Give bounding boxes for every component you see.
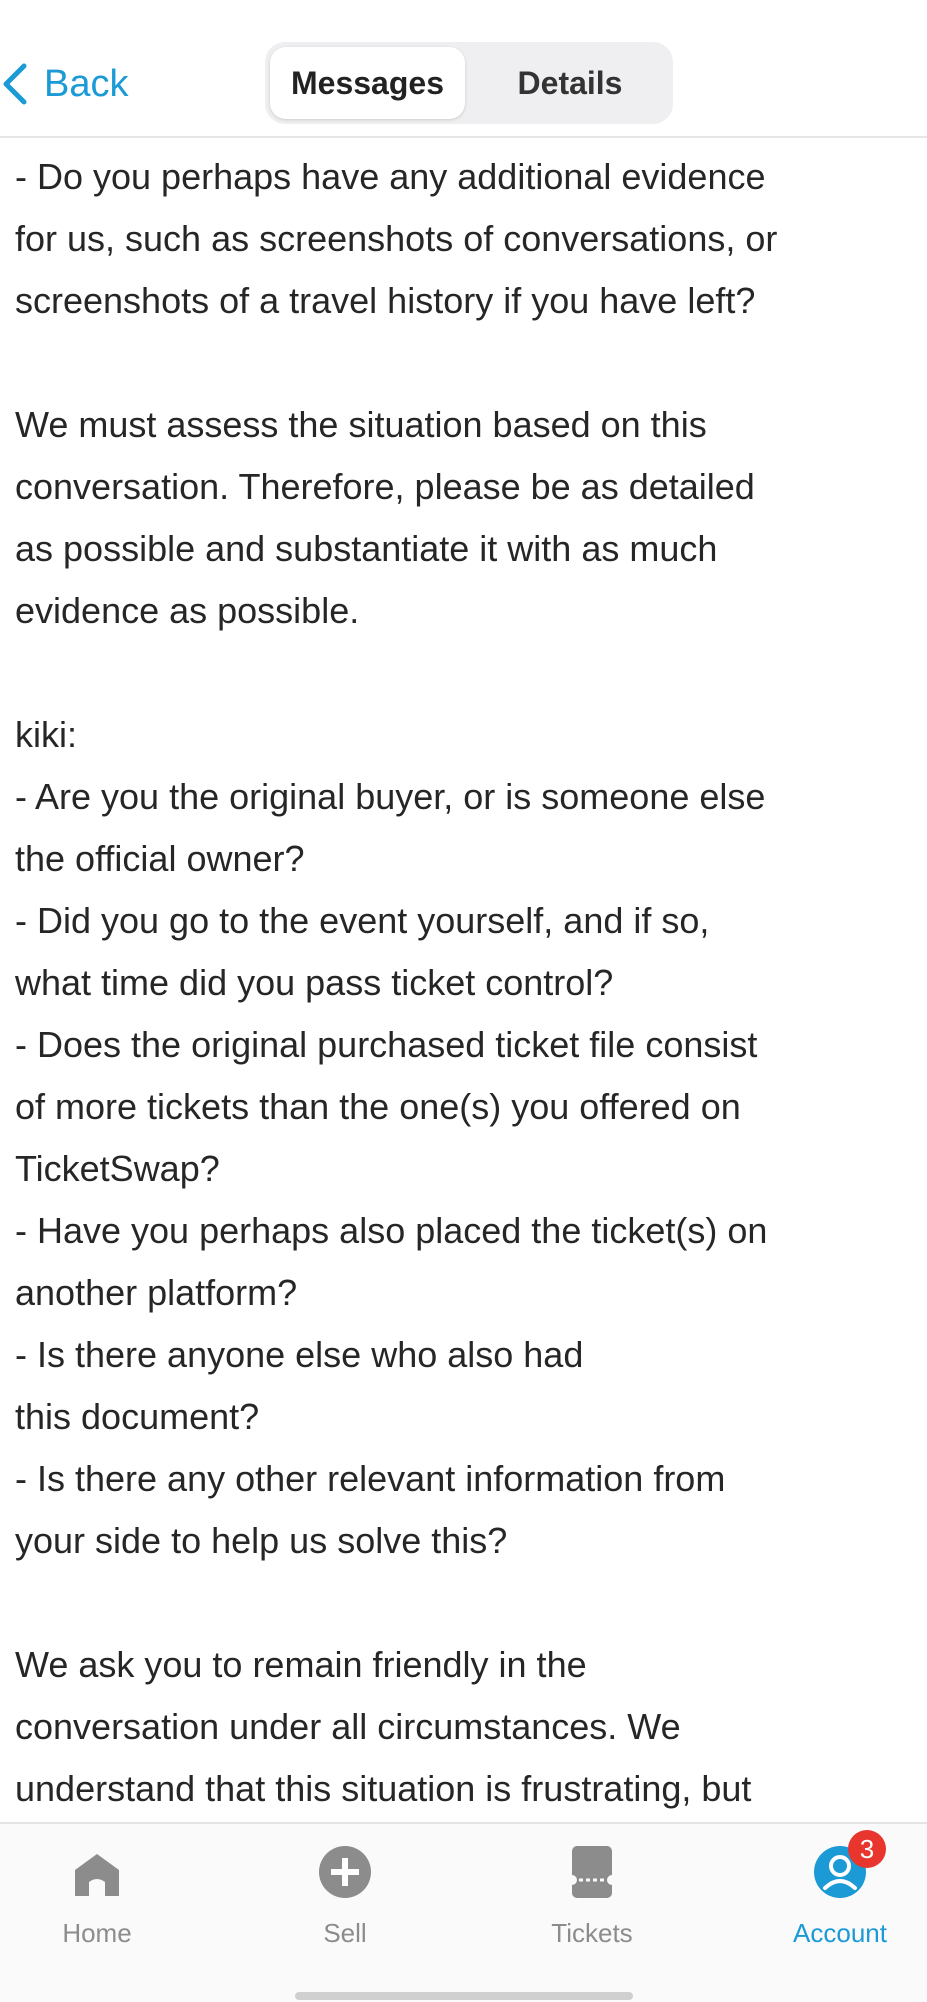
tab-messages[interactable]: Messages <box>270 47 465 119</box>
segmented-control: Messages Details <box>265 42 673 124</box>
message-body: - Do you perhaps have any additional evi… <box>15 146 915 1820</box>
home-indicator <box>295 1992 633 2000</box>
tab-tickets[interactable]: Tickets <box>522 1840 662 1949</box>
chevron-left-icon <box>3 63 27 105</box>
bottom-tab-bar: Home Sell Tickets 3 Account <box>0 1822 927 2002</box>
tab-home-label: Home <box>62 1918 132 1948</box>
tab-tickets-label: Tickets <box>551 1918 633 1948</box>
notification-badge: 3 <box>848 1830 886 1868</box>
tab-details[interactable]: Details <box>470 47 670 119</box>
back-button[interactable]: Back <box>0 52 128 116</box>
tab-account[interactable]: 3 Account <box>770 1830 910 1949</box>
tab-home[interactable]: Home <box>27 1840 167 1949</box>
tab-sell-label: Sell <box>323 1918 367 1948</box>
message-paragraph: We must assess the situation based on th… <box>15 404 755 631</box>
message-paragraph: kiki: - Are you the original buyer, or i… <box>15 714 768 1561</box>
tab-account-label: Account <box>793 1918 887 1948</box>
message-paragraph: We ask you to remain friendly in the con… <box>15 1644 752 1809</box>
back-label: Back <box>44 62 129 105</box>
tab-sell[interactable]: Sell <box>275 1840 415 1949</box>
ticket-icon <box>570 1840 614 1900</box>
user-icon: 3 <box>812 1830 886 1900</box>
home-icon <box>71 1840 123 1900</box>
message-paragraph: - Do you perhaps have any additional evi… <box>15 156 778 321</box>
plus-circle-icon <box>317 1840 373 1900</box>
header: Back Messages Details <box>0 0 927 138</box>
